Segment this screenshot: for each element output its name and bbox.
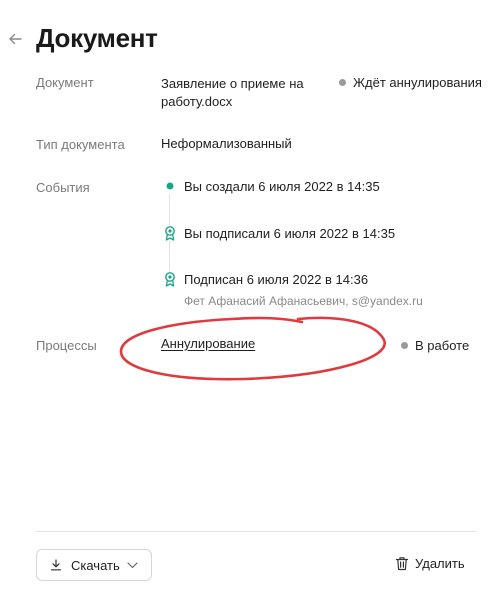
- delete-button[interactable]: Удалить: [395, 556, 465, 571]
- delete-label: Удалить: [415, 556, 465, 571]
- event-text: Подписан 6 июля 2022 в 14:36: [184, 272, 369, 287]
- signature-badge-icon: [163, 225, 177, 241]
- download-icon: [50, 559, 62, 571]
- page-title: Документ: [36, 23, 158, 53]
- event-signer-info: Фет Афанасий Афанасьевич, s@yandex.ru: [184, 294, 423, 308]
- event-item-created: Вы создали 6 июля 2022 в 14:35: [163, 178, 380, 196]
- doc-type-label: Тип документа: [36, 137, 125, 152]
- process-status-text: В работе: [415, 338, 470, 353]
- event-item-signed-by-me: Вы подписали 6 июля 2022 в 14:35: [163, 225, 395, 243]
- events-label: События: [36, 180, 90, 195]
- document-status-text: Ждёт аннулирования: [353, 75, 482, 90]
- document-status-badge: Ждёт аннулирования: [339, 75, 482, 90]
- doc-type-value: Неформализованный: [161, 136, 292, 151]
- process-link-annulment[interactable]: Аннулирование: [161, 336, 255, 351]
- trash-icon: [395, 557, 409, 571]
- back-arrow-icon[interactable]: [7, 31, 23, 47]
- download-label: Скачать: [71, 557, 120, 573]
- document-file-name: Заявление о приеме на работу.docx: [161, 76, 304, 109]
- event-text: Вы создали 6 июля 2022 в 14:35: [184, 179, 380, 194]
- download-button[interactable]: Скачать: [36, 549, 152, 581]
- status-dot-icon: [339, 79, 346, 86]
- chevron-down-icon: [127, 561, 138, 568]
- event-item-signed: Подписан 6 июля 2022 в 14:36 Фет Афанаси…: [163, 271, 423, 309]
- signature-badge-icon: [163, 271, 177, 287]
- document-label: Документ: [36, 75, 94, 90]
- status-dot-icon: [401, 342, 408, 349]
- processes-label: Процессы: [36, 338, 97, 353]
- event-text: Вы подписали 6 июля 2022 в 14:35: [184, 226, 396, 241]
- timeline-dot-icon: [163, 178, 177, 194]
- process-status-badge: В работе: [401, 338, 469, 353]
- footer-divider: [36, 531, 476, 532]
